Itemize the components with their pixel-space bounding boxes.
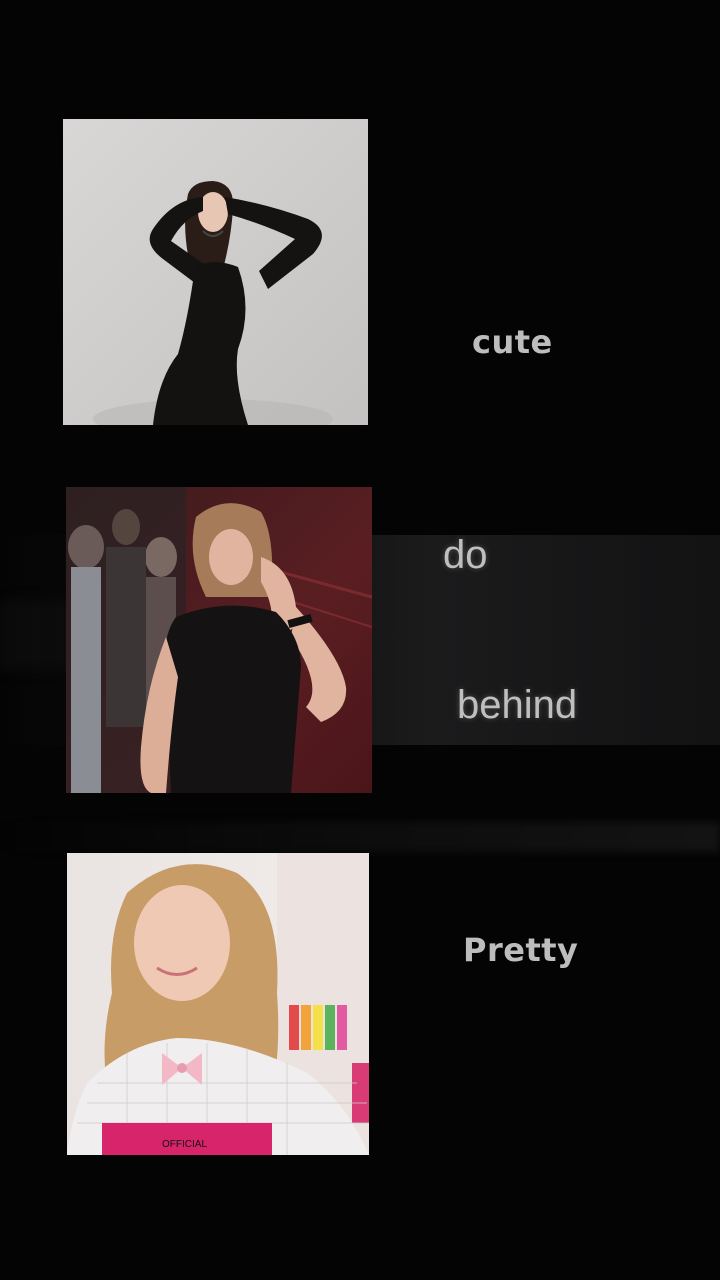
caption-word: behind <box>457 683 578 727</box>
caption-word: cute <box>472 323 553 361</box>
photo-blonde-girl-mesh-top: OFFICIAL <box>67 853 369 1155</box>
light-streak <box>0 822 720 852</box>
svg-text:OFFICIAL: OFFICIAL <box>162 1139 207 1150</box>
caption-word: Pretty <box>463 931 579 969</box>
caption-word: do <box>443 533 488 577</box>
photo-girl-black-top-red-room <box>66 487 372 793</box>
video-frame: OFFICIAL cute do behind Pretty <box>0 0 720 1280</box>
photo-woman-black-dress <box>63 119 368 425</box>
